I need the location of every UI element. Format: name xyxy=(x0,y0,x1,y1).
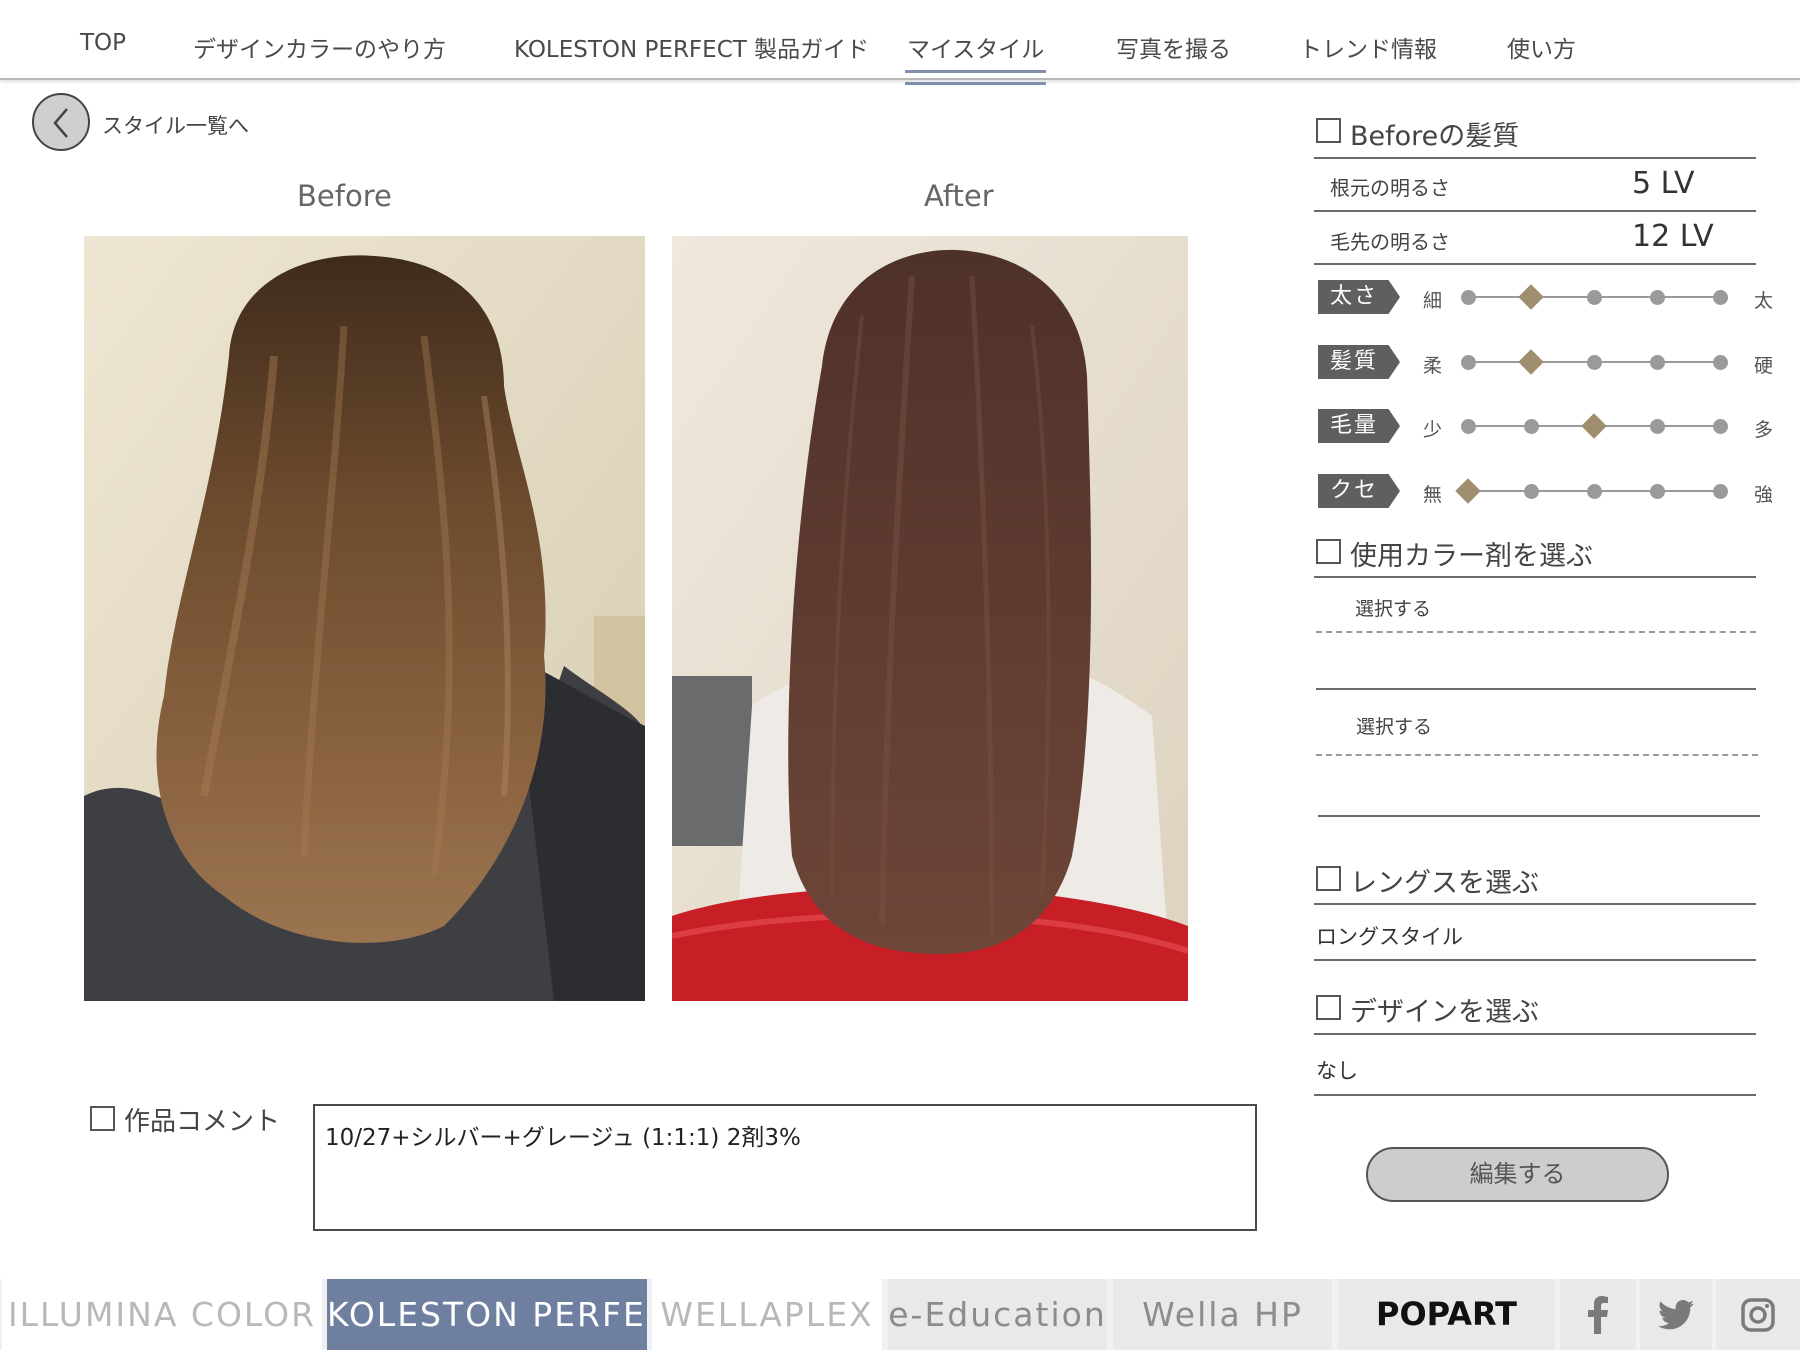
scale-option-texture[interactable] xyxy=(1649,354,1665,370)
footer-wellaplex[interactable]: WELLAPLEX xyxy=(652,1279,882,1350)
color-agent-select-1[interactable]: 選択する xyxy=(1355,594,1431,621)
scale-option-thickness[interactable] xyxy=(1712,289,1728,305)
divider xyxy=(1318,815,1760,817)
scale-option-volume[interactable] xyxy=(1649,418,1665,434)
divider xyxy=(1316,688,1756,690)
root-brightness-value[interactable]: 5 LV xyxy=(1632,166,1695,201)
design-value[interactable]: なし xyxy=(1316,1055,1358,1085)
length-heading: レングスを選ぶ xyxy=(1350,868,1539,899)
scale-tag-volume: 毛量 xyxy=(1318,409,1400,443)
design-heading: デザインを選ぶ xyxy=(1350,997,1539,1028)
top-nav: TOP デザインカラーのやり方 KOLESTON PERFECT 製品ガイド マ… xyxy=(0,0,1800,85)
before-title: Before xyxy=(297,179,392,213)
scale-option-volume[interactable] xyxy=(1523,418,1539,434)
divider xyxy=(1314,1033,1756,1035)
divider xyxy=(1314,157,1756,159)
scale-option-wave[interactable] xyxy=(1712,483,1728,499)
tip-brightness-label: 毛先の明るさ xyxy=(1330,230,1450,254)
nav-trend-info[interactable]: トレンド情報 xyxy=(1299,30,1437,64)
length-checkbox[interactable] xyxy=(1316,866,1341,891)
scale-option-volume[interactable] xyxy=(1712,418,1728,434)
scale-option-thickness[interactable] xyxy=(1649,289,1665,305)
footer-instagram[interactable] xyxy=(1716,1279,1800,1350)
scale-tag-wave: クセ xyxy=(1318,474,1400,508)
scale-option-texture[interactable] xyxy=(1712,354,1728,370)
footer-bar: ILLUMINA COLOR KOLESTON PERFECT WELLAPLE… xyxy=(0,1279,1800,1350)
after-photo[interactable] xyxy=(672,236,1188,1001)
scale-max-volume: 多 xyxy=(1754,419,1774,441)
hair-quality-checkbox[interactable] xyxy=(1316,118,1341,143)
color-agent-select-2[interactable]: 選択する xyxy=(1356,712,1432,739)
dashed-divider xyxy=(1316,631,1756,633)
comment-label: 作品コメント xyxy=(124,1107,281,1137)
nav-take-photo[interactable]: 写真を撮る xyxy=(1116,30,1231,64)
scale-tag-thickness: 太さ xyxy=(1318,280,1400,314)
hair-quality-heading: Beforeの髪質 xyxy=(1350,121,1520,152)
color-agent-heading: 使用カラー剤を選ぶ xyxy=(1350,541,1593,572)
footer-e-education[interactable]: e-Education xyxy=(888,1279,1107,1350)
scale-marker-thickness[interactable] xyxy=(1518,284,1544,310)
length-value[interactable]: ロングスタイル xyxy=(1316,921,1463,951)
divider xyxy=(1314,1094,1756,1096)
before-photo[interactable] xyxy=(84,236,645,1001)
divider xyxy=(1314,903,1756,905)
back-link-label[interactable]: スタイル一覧へ xyxy=(102,110,249,140)
dashed-divider xyxy=(1316,754,1758,756)
scale-max-wave: 強 xyxy=(1754,484,1774,506)
nav-product-guide[interactable]: KOLESTON PERFECT 製品ガイド xyxy=(514,30,869,64)
nav-design-color-howto[interactable]: デザインカラーのやり方 xyxy=(193,30,446,64)
scale-option-texture[interactable] xyxy=(1586,354,1602,370)
scale-option-wave[interactable] xyxy=(1649,483,1665,499)
chevron-left-icon xyxy=(53,108,68,138)
scale-option-texture[interactable] xyxy=(1460,354,1476,370)
scale-max-texture: 硬 xyxy=(1754,355,1774,377)
design-checkbox[interactable] xyxy=(1316,995,1341,1020)
edit-button[interactable]: 編集する xyxy=(1366,1147,1669,1202)
footer-illumina-color[interactable]: ILLUMINA COLOR xyxy=(2,1279,322,1350)
divider xyxy=(1314,210,1756,212)
back-button[interactable] xyxy=(32,93,90,151)
scale-max-thickness: 太 xyxy=(1754,290,1774,312)
color-agent-checkbox[interactable] xyxy=(1316,539,1341,564)
divider xyxy=(1314,959,1756,961)
twitter-icon xyxy=(1658,1299,1694,1329)
divider xyxy=(1314,263,1756,265)
comment-checkbox[interactable] xyxy=(90,1106,115,1131)
scale-option-wave[interactable] xyxy=(1586,483,1602,499)
scale-min-wave: 無 xyxy=(1423,484,1443,506)
nav-how-to-use[interactable]: 使い方 xyxy=(1507,30,1576,64)
scale-marker-volume[interactable] xyxy=(1581,413,1607,439)
scale-marker-wave[interactable] xyxy=(1455,478,1481,504)
scale-option-volume[interactable] xyxy=(1460,418,1476,434)
scale-marker-texture[interactable] xyxy=(1518,349,1544,375)
footer-facebook[interactable] xyxy=(1560,1279,1636,1350)
scale-tag-texture: 髪質 xyxy=(1318,345,1400,379)
scale-min-volume: 少 xyxy=(1423,419,1443,441)
instagram-icon xyxy=(1741,1297,1775,1332)
footer-twitter[interactable] xyxy=(1640,1279,1712,1350)
tip-brightness-value[interactable]: 12 LV xyxy=(1632,219,1714,254)
footer-popart[interactable]: POPART xyxy=(1338,1279,1555,1350)
footer-wella-hp[interactable]: Wella HP xyxy=(1113,1279,1332,1350)
scale-option-wave[interactable] xyxy=(1523,483,1539,499)
root-brightness-label: 根元の明るさ xyxy=(1330,176,1450,200)
divider xyxy=(1314,576,1756,578)
after-title: After xyxy=(924,179,994,213)
facebook-icon xyxy=(1588,1295,1608,1334)
nav-my-style[interactable]: マイスタイル xyxy=(904,30,1047,85)
nav-top[interactable]: TOP xyxy=(80,30,126,56)
scale-option-thickness[interactable] xyxy=(1460,289,1476,305)
scale-option-thickness[interactable] xyxy=(1586,289,1602,305)
scale-min-thickness: 細 xyxy=(1423,290,1443,312)
footer-koleston-perfect[interactable]: KOLESTON PERFECT xyxy=(327,1279,647,1350)
comment-textarea[interactable]: 10/27+シルバー+グレージュ (1:1:1) 2剤3% xyxy=(313,1104,1257,1231)
scale-min-texture: 柔 xyxy=(1423,355,1443,377)
